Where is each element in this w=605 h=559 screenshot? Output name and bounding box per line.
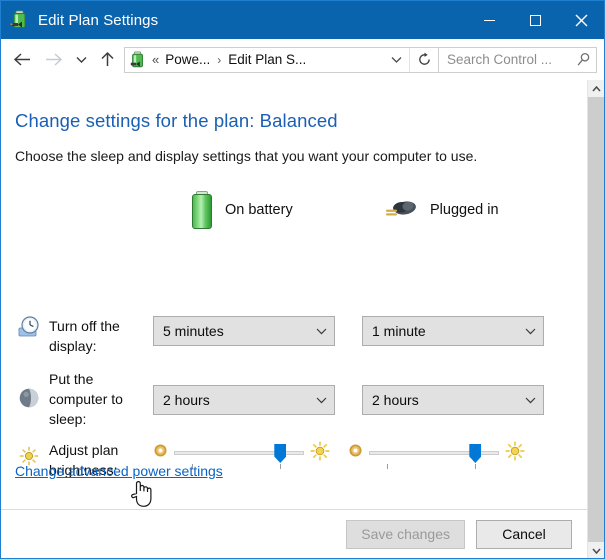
forward-arrow-icon [46, 53, 63, 66]
dropdown-sleep-on-battery[interactable]: 2 hours [153, 385, 335, 415]
dropdown-value: 2 hours [163, 392, 210, 408]
dropdown-sleep-plugged-in[interactable]: 2 hours [362, 385, 544, 415]
slider-tick [279, 464, 281, 469]
chevron-down-icon [517, 397, 543, 404]
setting-fields-turn-off-display: 5 minutes 1 minute [153, 316, 587, 346]
search-icon [577, 52, 589, 66]
chevron-down-icon [517, 328, 543, 335]
slider-thumb-on-battery[interactable] [274, 444, 287, 463]
settings-pane: Change settings for the plan: Balanced C… [1, 80, 587, 558]
dropdown-display-on-battery[interactable]: 5 minutes [153, 316, 335, 346]
chevron-down-icon [308, 397, 334, 404]
scroll-up-button[interactable] [588, 80, 604, 97]
setting-fields-sleep: 2 hours 2 hours [153, 369, 587, 415]
column-label-on-battery: On battery [225, 202, 293, 218]
slider-brightness-plugged-in[interactable] [348, 440, 525, 469]
setting-label-turn-off-display: Turn off the display: [49, 318, 120, 354]
setting-row-sleep: Put the computer to sleep: 2 hours 2 hou… [15, 369, 587, 429]
scroll-thumb[interactable] [588, 97, 604, 542]
bright-brightness-icon [505, 440, 525, 466]
battery-plug-icon [10, 10, 30, 30]
breadcrumb-item-edit-plan-settings[interactable]: Edit Plan S... [228, 52, 306, 67]
column-headers: On battery Plugged in [15, 191, 587, 229]
forward-button[interactable] [37, 45, 70, 75]
back-arrow-icon [13, 53, 30, 66]
display-clock-icon [15, 316, 43, 338]
edit-plan-settings-window: Edit Plan Settings « Powe... › Edit Plan… [0, 0, 605, 559]
column-header-plugged-in: Plugged in [384, 198, 499, 222]
setting-row-turn-off-display: Turn off the display: 5 minutes 1 minute [15, 316, 587, 356]
hand-pointer-cursor [129, 478, 155, 513]
column-label-plugged-in: Plugged in [430, 202, 499, 218]
close-icon [575, 14, 587, 26]
breadcrumb-overflow[interactable]: « [152, 52, 159, 67]
dim-brightness-icon [348, 443, 363, 463]
recent-pages-button[interactable] [70, 45, 93, 75]
dropdown-value: 2 hours [372, 392, 419, 408]
content-area: Change settings for the plan: Balanced C… [1, 80, 604, 558]
window-controls [466, 1, 604, 39]
scroll-down-button[interactable] [588, 542, 604, 558]
scroll-down-arrow-icon [591, 548, 601, 554]
power-plug-icon [384, 198, 418, 222]
address-dropdown-button[interactable] [383, 48, 409, 72]
chevron-down-icon [308, 328, 334, 335]
battery-plug-icon [129, 51, 147, 69]
dropdown-display-plugged-in[interactable]: 1 minute [362, 316, 544, 346]
vertical-scrollbar[interactable] [587, 80, 604, 558]
refresh-icon [418, 52, 430, 65]
setting-label-sleep: Put the computer to sleep: [49, 371, 123, 427]
sleep-moon-icon [15, 369, 43, 409]
search-input[interactable]: Search Control ... [439, 52, 570, 67]
battery-icon [191, 191, 213, 229]
cancel-button[interactable]: Cancel [476, 519, 572, 549]
save-changes-button[interactable]: Save changes [346, 519, 465, 549]
address-bar[interactable]: « Powe... › Edit Plan S... [124, 46, 439, 73]
change-advanced-power-settings-link[interactable]: Change advanced power settings [15, 463, 223, 479]
up-button[interactable] [93, 45, 122, 75]
scroll-up-arrow-icon [591, 85, 601, 91]
breadcrumb-item-power-options[interactable]: Powe... [165, 52, 210, 67]
window-title: Edit Plan Settings [38, 11, 159, 29]
breadcrumb-separator-icon: › [217, 52, 222, 67]
refresh-button[interactable] [409, 47, 438, 72]
chevron-down-icon [391, 56, 401, 63]
slider-track-plugged-in[interactable] [369, 440, 499, 469]
dim-brightness-icon [153, 443, 168, 463]
close-button[interactable] [558, 1, 604, 39]
title-bar: Edit Plan Settings [1, 1, 604, 39]
navigation-bar: « Powe... › Edit Plan S... Search Contro… [1, 39, 604, 80]
maximize-button[interactable] [512, 1, 558, 39]
search-box[interactable]: Search Control ... [439, 46, 597, 73]
slider-tick [474, 464, 476, 469]
minimize-button[interactable] [466, 1, 512, 39]
recent-pages-chevron-icon [76, 56, 87, 63]
page-subtitle: Choose the sleep and display settings th… [15, 148, 478, 164]
dropdown-value: 5 minutes [163, 323, 224, 339]
slider-thumb-plugged-in[interactable] [469, 444, 482, 463]
search-button[interactable] [570, 52, 596, 67]
page-title: Change settings for the plan: Balanced [15, 110, 338, 131]
up-arrow-icon [101, 51, 114, 66]
minimize-icon [483, 19, 495, 21]
bright-brightness-icon [310, 440, 330, 466]
back-button[interactable] [7, 45, 37, 75]
footer-buttons: Save changes Cancel [1, 510, 587, 558]
column-header-on-battery: On battery [191, 191, 293, 229]
slider-tick [387, 464, 388, 469]
maximize-icon [529, 14, 541, 26]
dropdown-value: 1 minute [372, 323, 426, 339]
